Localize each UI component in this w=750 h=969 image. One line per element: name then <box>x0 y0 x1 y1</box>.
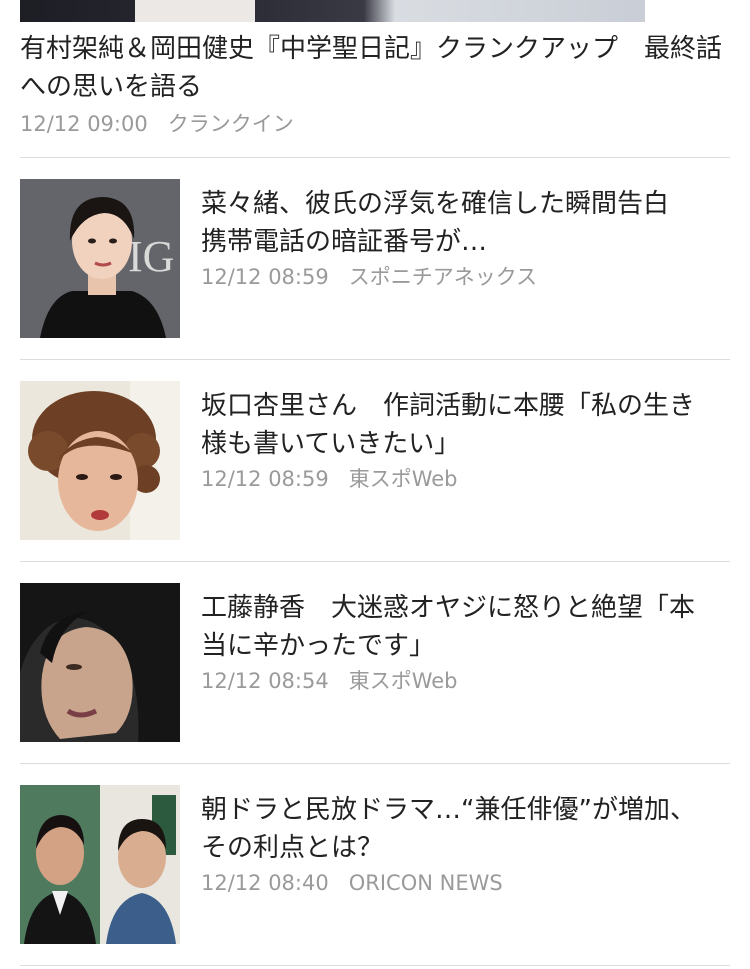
news-meta: 12/12 08:59 スポニチアネックス <box>201 263 537 291</box>
news-source: スポニチアネックス <box>348 265 538 289</box>
news-meta: 12/12 08:59 東スポWeb <box>201 465 458 493</box>
news-source: ORICON NEWS <box>348 871 503 895</box>
news-thumbnail[interactable] <box>20 785 180 944</box>
news-photo[interactable] <box>20 0 645 22</box>
news-source: クランクイン <box>167 112 294 136</box>
news-title[interactable]: 菜々緒、彼氏の浮気を確信した瞬間告白 携帯電話の暗証番号が… <box>201 185 711 261</box>
thumb-logo-text: IG <box>128 232 174 281</box>
news-source: 東スポWeb <box>348 467 458 491</box>
news-meta: 12/12 08:40 ORICON NEWS <box>201 869 503 897</box>
news-thumbnail[interactable]: IG <box>20 179 180 338</box>
news-time: 12/12 09:00 <box>20 112 148 136</box>
news-item[interactable]: 朝ドラと民放ドラマ…“兼任俳優”が増加、その利点とは？ 12/12 08:40 O… <box>0 764 750 965</box>
news-meta: 12/12 09:00 クランクイン <box>20 110 294 138</box>
news-title[interactable]: 朝ドラと民放ドラマ…“兼任俳優”が増加、その利点とは？ <box>201 791 711 867</box>
news-title[interactable]: 有村架純＆岡田健史『中学聖日記』クランクアップ 最終話への思いを語る <box>20 30 730 106</box>
news-time: 12/12 08:54 <box>201 669 329 693</box>
news-time: 12/12 08:40 <box>201 871 329 895</box>
news-item-top[interactable]: 有村架純＆岡田健史『中学聖日記』クランクアップ 最終話への思いを語る 12/12… <box>0 0 750 157</box>
news-thumbnail[interactable] <box>20 583 180 742</box>
news-thumbnail[interactable] <box>20 381 180 540</box>
divider <box>20 965 730 966</box>
news-title[interactable]: 坂口杏里さん 作詞活動に本腰「私の生き様も書いていきたい」 <box>201 387 711 463</box>
news-time: 12/12 08:59 <box>201 265 329 289</box>
news-source: 東スポWeb <box>348 669 458 693</box>
news-item[interactable]: IG 菜々緒、彼氏の浮気を確信した瞬間告白 携帯電話の暗証番号が… 12/12 … <box>0 158 750 359</box>
news-item[interactable]: 工藤静香 大迷惑オヤジに怒りと絶望「本当に辛かったです」 12/12 08:54… <box>0 562 750 763</box>
news-time: 12/12 08:59 <box>201 467 329 491</box>
news-title[interactable]: 工藤静香 大迷惑オヤジに怒りと絶望「本当に辛かったです」 <box>201 589 711 665</box>
news-meta: 12/12 08:54 東スポWeb <box>201 667 458 695</box>
news-item[interactable]: 坂口杏里さん 作詞活動に本腰「私の生き様も書いていきたい」 12/12 08:5… <box>0 360 750 561</box>
